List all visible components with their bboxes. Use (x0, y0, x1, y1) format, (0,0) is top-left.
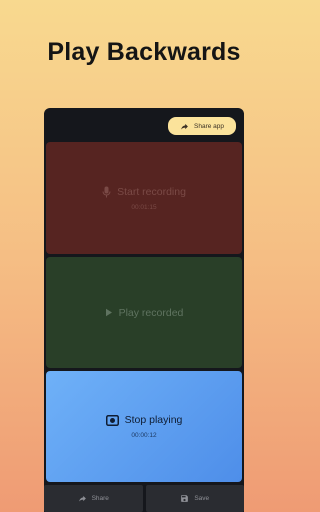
stop-icon (105, 414, 119, 426)
play-panel[interactable]: Play recorded (46, 257, 242, 368)
microphone-icon (102, 186, 111, 197)
save-label: Save (194, 495, 210, 502)
save-button[interactable]: Save (145, 485, 244, 512)
share-app-button[interactable]: Share app (168, 117, 236, 135)
share-label: Share (91, 495, 109, 502)
share-icon (181, 123, 188, 129)
app-screen: Share app Start recording 00:01:15 Play … (44, 108, 244, 512)
start-recording-label: Start recording (117, 185, 186, 198)
stop-panel[interactable]: Stop playing 00:00:12 (46, 371, 242, 482)
bottom-bar: Share Save (44, 485, 244, 512)
share-icon (78, 495, 86, 502)
playback-timer: 00:00:12 (131, 432, 157, 439)
stop-playing-label: Stop playing (124, 414, 183, 426)
save-icon (181, 495, 189, 502)
play-icon (105, 308, 112, 317)
share-app-label: Share app (194, 122, 224, 130)
play-recorded-label: Play recorded (118, 306, 184, 319)
promo-headline: Play Backwards (47, 38, 241, 66)
share-button[interactable]: Share (44, 485, 143, 512)
record-panel[interactable]: Start recording 00:01:15 (46, 142, 242, 254)
recording-timer: 00:01:15 (131, 203, 157, 211)
